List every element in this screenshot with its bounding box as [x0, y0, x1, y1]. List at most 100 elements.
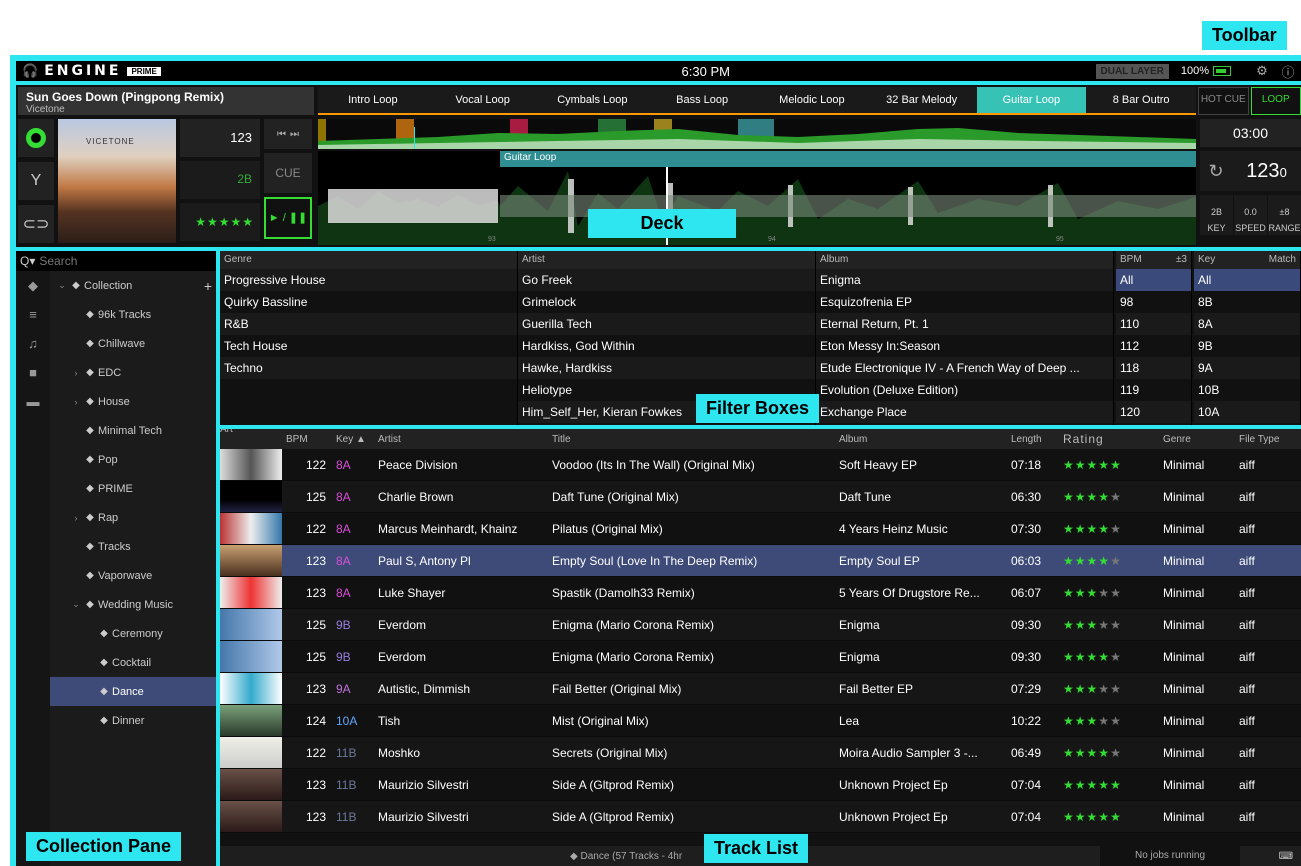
- sync-icon[interactable]: ↻: [1200, 161, 1232, 182]
- track-row[interactable]: 125 9B Everdom Enigma (Mario Corona Remix) E…: [220, 609, 1301, 641]
- star-icon[interactable]: ★: [1087, 522, 1099, 536]
- collection-item[interactable]: › ◆ Rap: [50, 503, 216, 532]
- track-rating[interactable]: ★★★★★: [1059, 714, 1159, 728]
- key-lock-button[interactable]: 2B KEY: [1200, 195, 1233, 235]
- star-icon[interactable]: ★: [1110, 490, 1122, 504]
- filter-item[interactable]: Techno: [220, 357, 517, 379]
- star-icon[interactable]: ★: [1063, 714, 1075, 728]
- filter-item[interactable]: All: [1116, 269, 1191, 291]
- collection-item[interactable]: ◆ Chillwave: [50, 329, 216, 358]
- star-icon[interactable]: ★: [1063, 650, 1075, 664]
- deck-rating[interactable]: ★★★★★: [180, 203, 260, 241]
- add-crate-icon[interactable]: +: [204, 278, 212, 294]
- track-rating[interactable]: ★★★★★: [1059, 682, 1159, 696]
- star-icon[interactable]: ★: [1075, 650, 1087, 664]
- star-icon[interactable]: ★: [1063, 810, 1075, 824]
- cue-point-button[interactable]: Vocal Loop: [427, 87, 538, 115]
- filter-item[interactable]: 8A: [1194, 313, 1300, 335]
- column-header[interactable]: File Type: [1235, 434, 1295, 445]
- star-icon[interactable]: ★: [1098, 682, 1110, 696]
- star-icon[interactable]: ★: [1098, 714, 1110, 728]
- twisty-icon[interactable]: ›: [70, 368, 82, 378]
- star-icon[interactable]: ★: [1075, 682, 1087, 696]
- cue-point-button[interactable]: Intro Loop: [318, 87, 428, 115]
- track-row[interactable]: 123 9A Autistic, Dimmish Fail Better (Origi…: [220, 673, 1301, 705]
- star-icon[interactable]: ★: [1075, 778, 1087, 792]
- star-icon[interactable]: ★: [1075, 746, 1087, 760]
- star-icon[interactable]: ★: [1075, 618, 1087, 632]
- star-icon[interactable]: ★: [1087, 490, 1099, 504]
- filter-item[interactable]: Tech House: [220, 335, 517, 357]
- star-icon[interactable]: ★: [1087, 778, 1099, 792]
- track-rating[interactable]: ★★★★★: [1059, 586, 1159, 600]
- scrolling-waveform[interactable]: Guitar Loop 93 94 95: [318, 151, 1196, 245]
- star-icon[interactable]: ★: [1075, 714, 1087, 728]
- track-row[interactable]: 125 9B Everdom Enigma (Mario Corona Remix) E…: [220, 641, 1301, 673]
- key-match-dropdown[interactable]: Match: [1269, 254, 1296, 266]
- star-icon[interactable]: ★: [1087, 746, 1099, 760]
- track-row[interactable]: 123 8A Luke Shayer Spastik (Damolh33 Remix)…: [220, 577, 1301, 609]
- star-icon[interactable]: ★: [1098, 554, 1110, 568]
- column-header[interactable]: Artist: [374, 434, 548, 445]
- play-pause-button[interactable]: ► / ❚❚: [264, 197, 312, 239]
- hot-cue-button[interactable]: HOT CUE: [1198, 87, 1249, 115]
- star-icon[interactable]: ★: [1110, 586, 1122, 600]
- deck-loop-mode-button[interactable]: ⊂⊃: [18, 205, 54, 243]
- star-icon[interactable]: ★: [1063, 554, 1075, 568]
- star-icon[interactable]: ★: [1087, 650, 1099, 664]
- track-rating[interactable]: ★★★★★: [1059, 458, 1159, 472]
- twisty-icon[interactable]: ⌄: [70, 599, 82, 610]
- star-icon[interactable]: ★: [1087, 458, 1099, 472]
- track-row[interactable]: 123 11B Maurizio Silvestri Side A (Gltprod …: [220, 769, 1301, 801]
- filter-item[interactable]: Go Freek: [518, 269, 815, 291]
- track-rating[interactable]: ★★★★★: [1059, 554, 1159, 568]
- filter-item[interactable]: 9A: [1194, 357, 1300, 379]
- bpm-filter[interactable]: BPM ±3 All 98 110 112 118 119 120: [1116, 251, 1192, 425]
- star-icon[interactable]: ★: [1110, 618, 1122, 632]
- drive-icon[interactable]: ■: [16, 358, 50, 387]
- star-icon[interactable]: ★: [1087, 554, 1099, 568]
- star-icon[interactable]: ★: [1087, 810, 1099, 824]
- star-icon[interactable]: ★: [1063, 618, 1075, 632]
- star-icon[interactable]: ★: [1098, 746, 1110, 760]
- star-icon[interactable]: ★: [1098, 650, 1110, 664]
- column-header[interactable]: Length: [1007, 434, 1059, 445]
- star-icon[interactable]: ★: [1098, 618, 1110, 632]
- playlists-icon[interactable]: ≡: [16, 300, 50, 329]
- star-icon[interactable]: ★: [1098, 810, 1110, 824]
- track-row[interactable]: 125 8A Charlie Brown Daft Tune (Original Mi…: [220, 481, 1301, 513]
- track-row[interactable]: 122 11B Moshko Secrets (Original Mix) Moira …: [220, 737, 1301, 769]
- star-icon[interactable]: ★: [1075, 458, 1087, 472]
- star-icon[interactable]: ★: [1110, 458, 1122, 472]
- collection-icon[interactable]: ◆: [16, 271, 50, 300]
- filter-item[interactable]: Exchange Place: [816, 401, 1113, 423]
- search-input[interactable]: Search: [39, 254, 77, 268]
- track-row[interactable]: 124 10A Tish Mist (Original Mix) Lea 10:22 ★★★…: [220, 705, 1301, 737]
- range-button[interactable]: ±8 RANGE: [1268, 195, 1301, 235]
- star-icon[interactable]: ★: [1110, 746, 1122, 760]
- track-rating[interactable]: ★★★★★: [1059, 490, 1159, 504]
- cue-point-button[interactable]: Cymbals Loop: [537, 87, 648, 115]
- filter-item[interactable]: 9B: [1194, 335, 1300, 357]
- star-icon[interactable]: ★: [1110, 810, 1122, 824]
- skip-forward-icon[interactable]: ⏭: [290, 129, 299, 140]
- collection-item[interactable]: › ◆ EDC: [50, 358, 216, 387]
- keyboard-icon[interactable]: ⌨: [1279, 851, 1293, 862]
- star-icon[interactable]: ★: [1110, 682, 1122, 696]
- loop-button[interactable]: LOOP: [1250, 87, 1301, 115]
- cue-point-button[interactable]: Guitar Loop: [976, 87, 1087, 115]
- star-icon[interactable]: ★: [1110, 554, 1122, 568]
- filter-item[interactable]: 119: [1116, 379, 1191, 401]
- collection-item[interactable]: ◆ Vaporwave: [50, 561, 216, 590]
- search-icon[interactable]: Q▾: [20, 254, 35, 268]
- cue-point-button[interactable]: 32 Bar Melody: [866, 87, 977, 115]
- skip-back-icon[interactable]: ⏮: [277, 129, 286, 140]
- twisty-icon[interactable]: ›: [70, 397, 82, 407]
- star-icon[interactable]: ★: [1087, 618, 1099, 632]
- filter-item[interactable]: 118: [1116, 357, 1191, 379]
- twisty-icon[interactable]: ›: [70, 513, 82, 523]
- track-row[interactable]: 122 8A Peace Division Voodoo (Its In The Wa…: [220, 449, 1301, 481]
- collection-item[interactable]: ◆ Minimal Tech: [50, 416, 216, 445]
- dual-layer-button[interactable]: DUAL LAYER: [1095, 63, 1169, 79]
- collection-item[interactable]: ◆ PRIME: [50, 474, 216, 503]
